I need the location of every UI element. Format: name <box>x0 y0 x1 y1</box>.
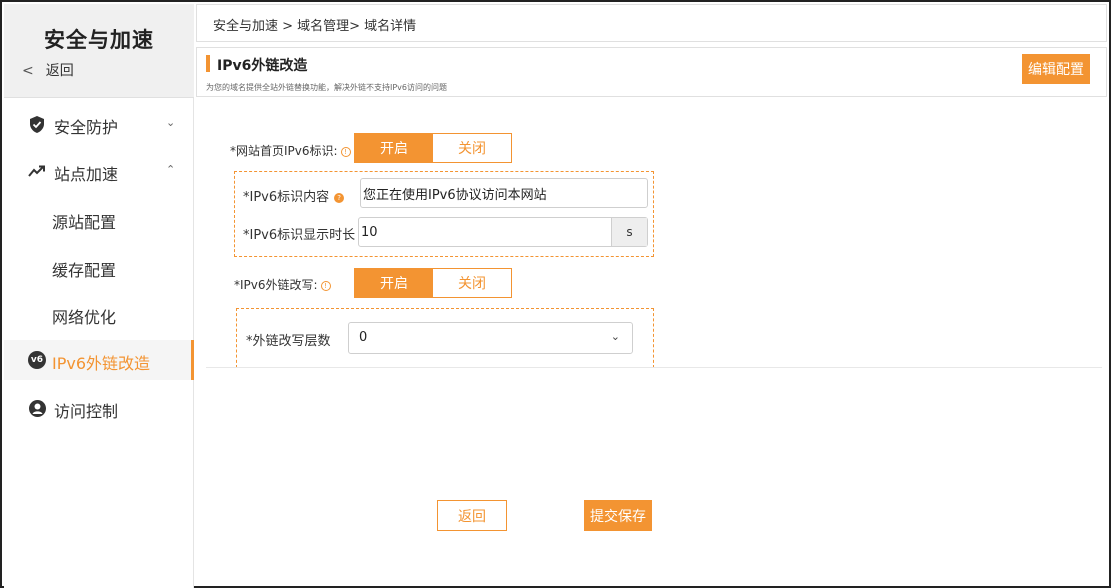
tag-content-label: *IPv6标识内容? <box>243 186 345 205</box>
sidebar-header: 安全与加速 < 返回 <box>4 4 194 98</box>
section-description: 为您的域名提供全站外链替换功能，解决外链不支持IPv6访问的问题 <box>206 83 448 92</box>
homepage-tag-label: *网站首页IPv6标识:! <box>230 142 351 159</box>
rewrite-depth-label: *外链改写层数 <box>246 334 331 349</box>
form-divider <box>206 367 1102 368</box>
sidebar-item-network-optimize[interactable]: 网络优化 <box>4 294 194 334</box>
help-icon: ? <box>334 193 345 203</box>
sidebar-title: 安全与加速 <box>44 28 154 52</box>
homepage-tag-on-option[interactable]: 开启 <box>355 134 433 162</box>
v6-badge: v6 <box>28 351 46 369</box>
rewrite-on-option[interactable]: 开启 <box>355 269 433 297</box>
trend-up-icon <box>28 162 46 180</box>
rewrite-depth-select[interactable]: 0 ⌄ <box>348 322 633 354</box>
tag-duration-value: 10 <box>361 224 378 240</box>
sidebar-item-site-acceleration[interactable]: 站点加速 ⌃ <box>4 151 194 191</box>
edit-config-button[interactable]: 编辑配置 <box>1022 54 1090 84</box>
sidebar-item-ipv6-rewrite[interactable]: v6 IPv6外链改造 <box>4 340 194 380</box>
rewrite-off-option[interactable]: 关闭 <box>433 269 511 297</box>
section-accent-bar <box>206 55 210 72</box>
chevron-up-icon: ⌃ <box>166 163 176 176</box>
sidebar-item-label: 站点加速 <box>54 165 119 184</box>
chevron-left-icon: < <box>22 63 34 79</box>
back-link-label: 返回 <box>45 63 74 79</box>
sidebar-item-label: 网络优化 <box>52 308 117 327</box>
v6-icon: v6 <box>28 351 46 369</box>
section-header: IPv6外链改造 为您的域名提供全站外链替换功能，解决外链不支持IPv6访问的问… <box>196 47 1107 97</box>
breadcrumb: 安全与加速 > 域名管理> 域名详情 <box>213 19 417 34</box>
back-link[interactable]: < 返回 <box>22 60 74 80</box>
section-title: IPv6外链改造 <box>217 58 308 74</box>
user-circle-icon <box>28 399 46 417</box>
shield-icon <box>28 115 46 133</box>
sidebar-item-label: IPv6外链改造 <box>52 354 151 373</box>
rewrite-label: *IPv6外链改写:! <box>234 276 331 293</box>
rewrite-depth-value: 0 <box>359 330 368 345</box>
sidebar-item-cache-config[interactable]: 缓存配置 <box>4 247 194 287</box>
back-button[interactable]: 返回 <box>437 500 507 531</box>
app-window: 安全与加速 < 返回 安全防护 ⌄ 站点加速 ⌃ 源站配置 缓存配置 网络优化 … <box>0 0 1111 588</box>
sidebar-item-label: 安全防护 <box>54 118 119 137</box>
sidebar-item-label: 缓存配置 <box>52 261 117 280</box>
sidebar-item-label: 源站配置 <box>52 213 117 232</box>
tag-content-input[interactable]: 您正在使用IPv6协议访问本网站 <box>360 178 648 208</box>
tag-duration-label: *IPv6标识显示时长 <box>243 228 356 243</box>
rewrite-label-text: *IPv6外链改写: <box>234 278 318 292</box>
rewrite-toggle: 开启 关闭 <box>354 268 512 298</box>
chevron-down-icon: ⌄ <box>166 116 176 129</box>
sidebar-item-access-control[interactable]: 访问控制 <box>4 388 194 428</box>
tag-content-value: 您正在使用IPv6协议访问本网站 <box>363 187 547 203</box>
sidebar-item-label: 访问控制 <box>54 402 119 421</box>
info-icon: ! <box>340 147 351 157</box>
tag-duration-unit: s <box>611 218 647 246</box>
chevron-down-icon: ⌄ <box>610 330 620 343</box>
sidebar: 安全与加速 < 返回 安全防护 ⌄ 站点加速 ⌃ 源站配置 缓存配置 网络优化 … <box>4 4 194 588</box>
sidebar-item-origin-config[interactable]: 源站配置 <box>4 199 194 239</box>
homepage-tag-off-option[interactable]: 关闭 <box>433 134 511 162</box>
tag-content-label-text: *IPv6标识内容 <box>243 190 330 205</box>
info-icon: ! <box>320 281 331 291</box>
homepage-tag-toggle: 开启 关闭 <box>354 133 512 163</box>
homepage-tag-label-text: *网站首页IPv6标识: <box>230 144 338 158</box>
submit-save-button[interactable]: 提交保存 <box>584 500 652 531</box>
tag-duration-input[interactable]: 10 s <box>358 217 648 247</box>
sidebar-item-security[interactable]: 安全防护 ⌄ <box>4 104 194 144</box>
breadcrumb-bar: 安全与加速 > 域名管理> 域名详情 <box>196 4 1107 42</box>
